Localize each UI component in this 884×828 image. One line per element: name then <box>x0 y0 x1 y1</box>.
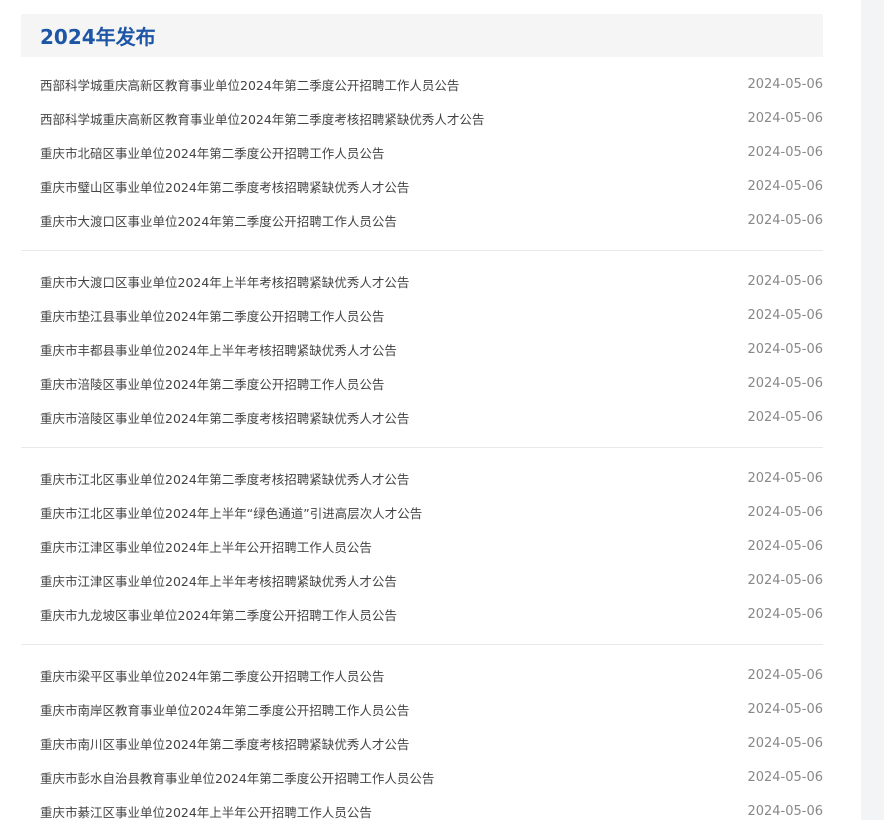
announcement-title-link[interactable]: 重庆市南岸区教育事业单位2024年第二季度公开招聘工作人员公告 <box>21 700 409 719</box>
announcement-title-link[interactable]: 重庆市涪陵区事业单位2024年第二季度考核招聘紧缺优秀人才公告 <box>21 408 409 427</box>
announcement-date: 2024-05-06 <box>747 409 823 425</box>
announcement-date: 2024-05-06 <box>747 110 823 126</box>
announcement-date: 2024-05-06 <box>747 178 823 194</box>
announcement-title-link[interactable]: 重庆市丰都县事业单位2024年上半年考核招聘紧缺优秀人才公告 <box>21 340 397 359</box>
announcement-item[interactable]: 西部科学城重庆高新区教育事业单位2024年第二季度考核招聘紧缺优秀人才公告 20… <box>21 101 823 135</box>
announcement-item[interactable]: 重庆市大渡口区事业单位2024年第二季度公开招聘工作人员公告 2024-05-0… <box>21 203 823 237</box>
announcement-item[interactable]: 重庆市江北区事业单位2024年上半年“绿色通道”引进高层次人才公告 2024-0… <box>21 495 823 529</box>
announcement-title-link[interactable]: 重庆市垫江县事业单位2024年第二季度公开招聘工作人员公告 <box>21 306 384 325</box>
announcement-date: 2024-05-06 <box>747 341 823 357</box>
announcement-groups: 西部科学城重庆高新区教育事业单位2024年第二季度公开招聘工作人员公告 2024… <box>21 67 823 828</box>
announcement-item[interactable]: 重庆市垫江县事业单位2024年第二季度公开招聘工作人员公告 2024-05-06 <box>21 298 823 332</box>
announcement-item[interactable]: 重庆市璧山区事业单位2024年第二季度考核招聘紧缺优秀人才公告 2024-05-… <box>21 169 823 203</box>
announcement-title-link[interactable]: 重庆市江北区事业单位2024年第二季度考核招聘紧缺优秀人才公告 <box>21 469 409 488</box>
announcement-item[interactable]: 重庆市丰都县事业单位2024年上半年考核招聘紧缺优秀人才公告 2024-05-0… <box>21 332 823 366</box>
announcement-group-4: 重庆市梁平区事业单位2024年第二季度公开招聘工作人员公告 2024-05-06… <box>21 644 823 828</box>
announcement-date: 2024-05-06 <box>747 803 823 819</box>
announcement-item[interactable]: 重庆市南川区事业单位2024年第二季度考核招聘紧缺优秀人才公告 2024-05-… <box>21 726 823 760</box>
announcement-date: 2024-05-06 <box>747 572 823 588</box>
announcement-item[interactable]: 重庆市梁平区事业单位2024年第二季度公开招聘工作人员公告 2024-05-06 <box>21 658 823 692</box>
announcement-date: 2024-05-06 <box>747 769 823 785</box>
announcement-item[interactable]: 重庆市南岸区教育事业单位2024年第二季度公开招聘工作人员公告 2024-05-… <box>21 692 823 726</box>
announcement-date: 2024-05-06 <box>747 701 823 717</box>
announcement-date: 2024-05-06 <box>747 538 823 554</box>
announcement-date: 2024-05-06 <box>747 735 823 751</box>
announcement-title-link[interactable]: 重庆市北碚区事业单位2024年第二季度公开招聘工作人员公告 <box>21 143 384 162</box>
announcement-item[interactable]: 重庆市涪陵区事业单位2024年第二季度考核招聘紧缺优秀人才公告 2024-05-… <box>21 400 823 434</box>
announcement-title-link[interactable]: 重庆市九龙坡区事业单位2024年第二季度公开招聘工作人员公告 <box>21 605 397 624</box>
announcement-date: 2024-05-06 <box>747 76 823 92</box>
announcement-date: 2024-05-06 <box>747 212 823 228</box>
section-title: 2024年发布 <box>40 25 156 49</box>
announcement-title-link[interactable]: 重庆市南川区事业单位2024年第二季度考核招聘紧缺优秀人才公告 <box>21 734 409 753</box>
announcement-group-2: 重庆市大渡口区事业单位2024年上半年考核招聘紧缺优秀人才公告 2024-05-… <box>21 250 823 434</box>
announcement-panel: 2024年发布 西部科学城重庆高新区教育事业单位2024年第二季度公开招聘工作人… <box>21 14 823 828</box>
announcement-title-link[interactable]: 重庆市彭水自治县教育事业单位2024年第二季度公开招聘工作人员公告 <box>21 768 434 787</box>
announcement-item[interactable]: 重庆市綦江区事业单位2024年上半年公开招聘工作人员公告 2024-05-06 <box>21 794 823 828</box>
announcement-date: 2024-05-06 <box>747 667 823 683</box>
announcement-date: 2024-05-06 <box>747 470 823 486</box>
announcement-item[interactable]: 西部科学城重庆高新区教育事业单位2024年第二季度公开招聘工作人员公告 2024… <box>21 67 823 101</box>
announcement-item[interactable]: 重庆市彭水自治县教育事业单位2024年第二季度公开招聘工作人员公告 2024-0… <box>21 760 823 794</box>
announcement-group-1: 西部科学城重庆高新区教育事业单位2024年第二季度公开招聘工作人员公告 2024… <box>21 67 823 237</box>
announcement-title-link[interactable]: 重庆市梁平区事业单位2024年第二季度公开招聘工作人员公告 <box>21 666 384 685</box>
announcement-item[interactable]: 重庆市江津区事业单位2024年上半年公开招聘工作人员公告 2024-05-06 <box>21 529 823 563</box>
announcement-title-link[interactable]: 重庆市綦江区事业单位2024年上半年公开招聘工作人员公告 <box>21 802 372 821</box>
announcement-title-link[interactable]: 重庆市江津区事业单位2024年上半年考核招聘紧缺优秀人才公告 <box>21 571 397 590</box>
announcement-title-link[interactable]: 重庆市涪陵区事业单位2024年第二季度公开招聘工作人员公告 <box>21 374 384 393</box>
announcement-title-link[interactable]: 重庆市大渡口区事业单位2024年第二季度公开招聘工作人员公告 <box>21 211 397 230</box>
section-header: 2024年发布 <box>21 14 823 57</box>
announcement-title-link[interactable]: 重庆市大渡口区事业单位2024年上半年考核招聘紧缺优秀人才公告 <box>21 272 409 291</box>
announcement-title-link[interactable]: 西部科学城重庆高新区教育事业单位2024年第二季度考核招聘紧缺优秀人才公告 <box>21 109 484 128</box>
announcement-date: 2024-05-06 <box>747 273 823 289</box>
announcement-title-link[interactable]: 重庆市江津区事业单位2024年上半年公开招聘工作人员公告 <box>21 537 372 556</box>
announcement-date: 2024-05-06 <box>747 307 823 323</box>
right-scroll-gutter <box>861 0 884 820</box>
announcement-item[interactable]: 重庆市涪陵区事业单位2024年第二季度公开招聘工作人员公告 2024-05-06 <box>21 366 823 400</box>
announcement-title-link[interactable]: 重庆市璧山区事业单位2024年第二季度考核招聘紧缺优秀人才公告 <box>21 177 409 196</box>
announcement-item[interactable]: 重庆市大渡口区事业单位2024年上半年考核招聘紧缺优秀人才公告 2024-05-… <box>21 264 823 298</box>
announcement-title-link[interactable]: 西部科学城重庆高新区教育事业单位2024年第二季度公开招聘工作人员公告 <box>21 75 459 94</box>
announcement-item[interactable]: 重庆市江津区事业单位2024年上半年考核招聘紧缺优秀人才公告 2024-05-0… <box>21 563 823 597</box>
announcement-date: 2024-05-06 <box>747 606 823 622</box>
announcement-date: 2024-05-06 <box>747 504 823 520</box>
announcement-item[interactable]: 重庆市九龙坡区事业单位2024年第二季度公开招聘工作人员公告 2024-05-0… <box>21 597 823 631</box>
announcement-title-link[interactable]: 重庆市江北区事业单位2024年上半年“绿色通道”引进高层次人才公告 <box>21 503 422 522</box>
announcement-item[interactable]: 重庆市北碚区事业单位2024年第二季度公开招聘工作人员公告 2024-05-06 <box>21 135 823 169</box>
announcement-item[interactable]: 重庆市江北区事业单位2024年第二季度考核招聘紧缺优秀人才公告 2024-05-… <box>21 461 823 495</box>
announcement-date: 2024-05-06 <box>747 375 823 391</box>
announcement-group-3: 重庆市江北区事业单位2024年第二季度考核招聘紧缺优秀人才公告 2024-05-… <box>21 447 823 631</box>
announcement-date: 2024-05-06 <box>747 144 823 160</box>
